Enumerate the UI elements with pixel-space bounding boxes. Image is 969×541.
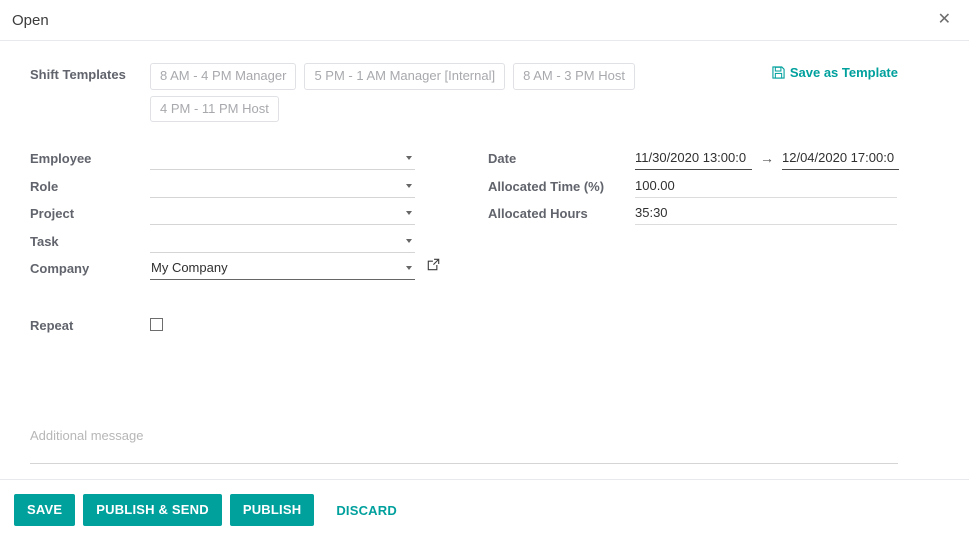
field-row-allocated-hours: Allocated Hours 35:30 bbox=[480, 203, 969, 231]
date-label: Date bbox=[488, 151, 517, 167]
additional-message-placeholder: Additional message bbox=[30, 428, 144, 443]
role-field[interactable] bbox=[150, 176, 415, 198]
company-label: Company bbox=[30, 261, 90, 277]
task-select[interactable] bbox=[150, 231, 415, 253]
date-start-input[interactable]: 11/30/2020 13:00:0 bbox=[635, 148, 752, 171]
save-as-template-button[interactable]: Save as Template bbox=[772, 61, 898, 80]
dialog-body: Shift Templates 8 AM - 4 PM Manager 5 PM… bbox=[0, 41, 969, 479]
dialog-title: Open bbox=[12, 11, 49, 29]
project-label: Project bbox=[30, 206, 75, 222]
shift-template-chip[interactable]: 8 AM - 4 PM Manager bbox=[150, 63, 297, 90]
field-row-project: Project bbox=[0, 203, 480, 231]
company-select[interactable]: My Company bbox=[150, 258, 415, 281]
chevron-down-icon bbox=[406, 183, 412, 188]
shift-template-chip[interactable]: 8 AM - 3 PM Host bbox=[513, 63, 635, 90]
field-row-allocated-time: Allocated Time (%) 100.00 bbox=[480, 176, 969, 204]
date-end-input[interactable]: 12/04/2020 17:00:0 bbox=[782, 148, 899, 171]
company-value: My Company bbox=[151, 260, 228, 276]
dialog-header: Open ✕ bbox=[0, 0, 969, 41]
chevron-down-icon bbox=[406, 211, 412, 216]
field-row-task: Task bbox=[0, 231, 480, 259]
publish-button[interactable]: PUBLISH bbox=[229, 493, 315, 527]
field-row-company: Company My Company bbox=[0, 258, 480, 286]
shift-templates-label: Shift Templates bbox=[30, 67, 126, 82]
save-button[interactable]: SAVE bbox=[14, 493, 76, 527]
close-icon[interactable]: ✕ bbox=[934, 10, 955, 30]
employee-select[interactable] bbox=[150, 148, 415, 171]
employee-label: Employee bbox=[30, 151, 92, 167]
external-link-icon[interactable] bbox=[427, 258, 440, 274]
repeat-checkbox[interactable] bbox=[150, 317, 163, 331]
chevron-down-icon bbox=[406, 266, 412, 271]
employee-field[interactable] bbox=[150, 148, 415, 171]
allocated-hours-input[interactable]: 35:30 bbox=[635, 203, 897, 226]
allocated-time-input[interactable]: 100.00 bbox=[635, 176, 897, 198]
field-row-date: Date 11/30/2020 13:00:0 → 12/04/2020 17:… bbox=[480, 148, 969, 176]
chevron-down-icon bbox=[406, 156, 412, 161]
discard-button[interactable]: DISCARD bbox=[328, 494, 405, 527]
task-value bbox=[150, 233, 151, 248]
field-row-role: Role bbox=[0, 176, 480, 204]
shift-templates-row: Shift Templates 8 AM - 4 PM Manager 5 PM… bbox=[0, 41, 969, 123]
project-value bbox=[150, 205, 151, 220]
form-column-right: Date 11/30/2020 13:00:0 → 12/04/2020 17:… bbox=[480, 148, 969, 286]
role-select[interactable] bbox=[150, 176, 415, 198]
chevron-down-icon bbox=[406, 238, 412, 243]
role-label: Role bbox=[30, 178, 59, 194]
shift-template-chip-list: 8 AM - 4 PM Manager 5 PM - 1 AM Manager … bbox=[150, 61, 710, 123]
publish-and-send-button[interactable]: PUBLISH & SEND bbox=[83, 493, 222, 527]
allocated-time-field[interactable]: 100.00 bbox=[635, 176, 897, 198]
date-range-field: 11/30/2020 13:00:0 → 12/04/2020 17:00:0 bbox=[635, 148, 899, 171]
allocated-hours-field[interactable]: 35:30 bbox=[635, 203, 897, 226]
allocated-time-label: Allocated Time (%) bbox=[488, 178, 605, 194]
role-value bbox=[150, 178, 151, 193]
arrow-right-icon: → bbox=[760, 150, 774, 167]
allocated-hours-label: Allocated Hours bbox=[488, 206, 588, 222]
repeat-label: Repeat bbox=[30, 317, 74, 333]
shift-template-chip[interactable]: 4 PM - 11 PM Host bbox=[150, 95, 279, 123]
additional-message-area[interactable]: Additional message bbox=[30, 428, 898, 464]
task-field[interactable] bbox=[150, 231, 415, 253]
form-columns: Employee Role Project Task Company My Co… bbox=[0, 122, 969, 286]
floppy-disk-save-icon bbox=[772, 66, 785, 79]
repeat-row: Repeat bbox=[0, 286, 969, 333]
project-select[interactable] bbox=[150, 203, 415, 226]
task-label: Task bbox=[30, 233, 59, 249]
company-field[interactable]: My Company bbox=[150, 258, 415, 281]
field-row-employee: Employee bbox=[0, 148, 480, 176]
form-column-left: Employee Role Project Task Company My Co… bbox=[0, 148, 480, 286]
save-as-template-label: Save as Template bbox=[789, 65, 898, 80]
dialog-footer: SAVE PUBLISH & SEND PUBLISH DISCARD bbox=[0, 479, 969, 540]
shift-template-chip[interactable]: 5 PM - 1 AM Manager [Internal] bbox=[304, 63, 506, 90]
project-field[interactable] bbox=[150, 203, 415, 226]
employee-value bbox=[150, 150, 151, 165]
